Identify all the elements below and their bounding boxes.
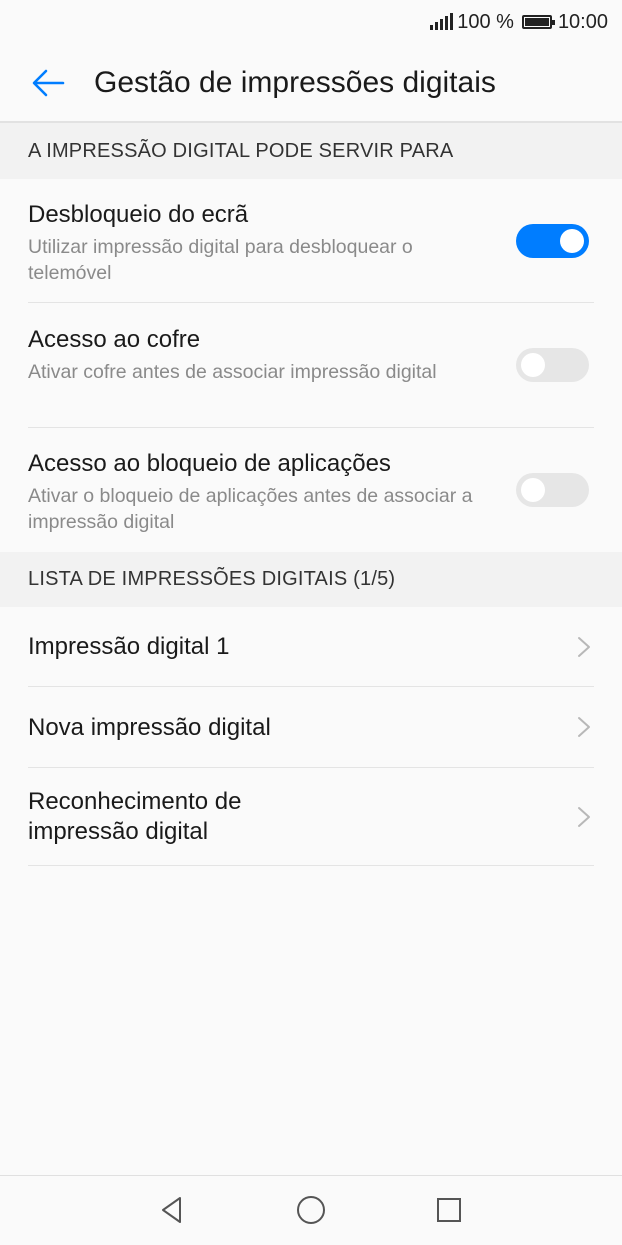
toggle-knob (560, 229, 584, 253)
navigation-bar (0, 1175, 622, 1245)
nav-back-button[interactable] (152, 1190, 192, 1230)
screen-unlock-toggle[interactable] (516, 224, 589, 258)
setting-subtitle: Ativar o bloqueio de aplicações antes de… (28, 485, 473, 533)
section-header-fingerprint-list: LISTA DE IMPRESSÕES DIGITAIS (1/5) (0, 552, 622, 607)
list-item-title: Reconhecimento de impressão digital (28, 788, 242, 845)
setting-subtitle: Ativar cofre antes de associar impressão… (28, 361, 437, 383)
recents-square-icon (437, 1198, 461, 1222)
chevron-right-icon (578, 807, 590, 827)
section-header-usage: A IMPRESSÃO DIGITAL PODE SERVIR PARA (0, 123, 622, 179)
list-item-fingerprint-1[interactable]: Impressão digital 1 (0, 607, 622, 687)
chevron-right-icon (578, 637, 590, 657)
divider (28, 865, 594, 866)
list-item-new-fingerprint[interactable]: Nova impressão digital (0, 687, 622, 768)
app-lock-access-toggle[interactable] (516, 473, 589, 507)
status-bar: 100 % 10:00 (0, 0, 622, 44)
toggle-knob (521, 353, 545, 377)
battery-icon (521, 15, 555, 29)
battery-percent: 100 % (457, 10, 514, 33)
nav-home-button[interactable] (291, 1190, 331, 1230)
home-circle-icon (297, 1196, 325, 1224)
list-item-title: Impressão digital 1 (28, 633, 230, 660)
safe-access-toggle[interactable] (516, 348, 589, 382)
setting-subtitle: Utilizar impressão digital para desbloqu… (28, 236, 413, 284)
arrow-back-icon (32, 69, 65, 97)
setting-row-safe-access[interactable]: Acesso ao cofre Ativar cofre antes de as… (0, 303, 622, 428)
page-title: Gestão de impressões digitais (94, 66, 496, 99)
back-triangle-icon (162, 1197, 181, 1223)
nav-recents-button[interactable] (429, 1190, 469, 1230)
toggle-knob (521, 478, 545, 502)
chevron-right-icon (578, 717, 590, 737)
app-bar: Gestão de impressões digitais (0, 44, 622, 122)
back-button[interactable] (22, 57, 74, 109)
list-item-fingerprint-recognition[interactable]: Reconhecimento de impressão digital (0, 768, 622, 866)
list-item-title: Nova impressão digital (28, 713, 271, 741)
setting-row-app-lock-access[interactable]: Acesso ao bloqueio de aplicações Ativar … (0, 428, 622, 552)
signal-icon (430, 13, 454, 30)
clock: 10:00 (557, 10, 608, 33)
setting-row-screen-unlock[interactable]: Desbloqueio do ecrã Utilizar impressão d… (0, 179, 622, 303)
